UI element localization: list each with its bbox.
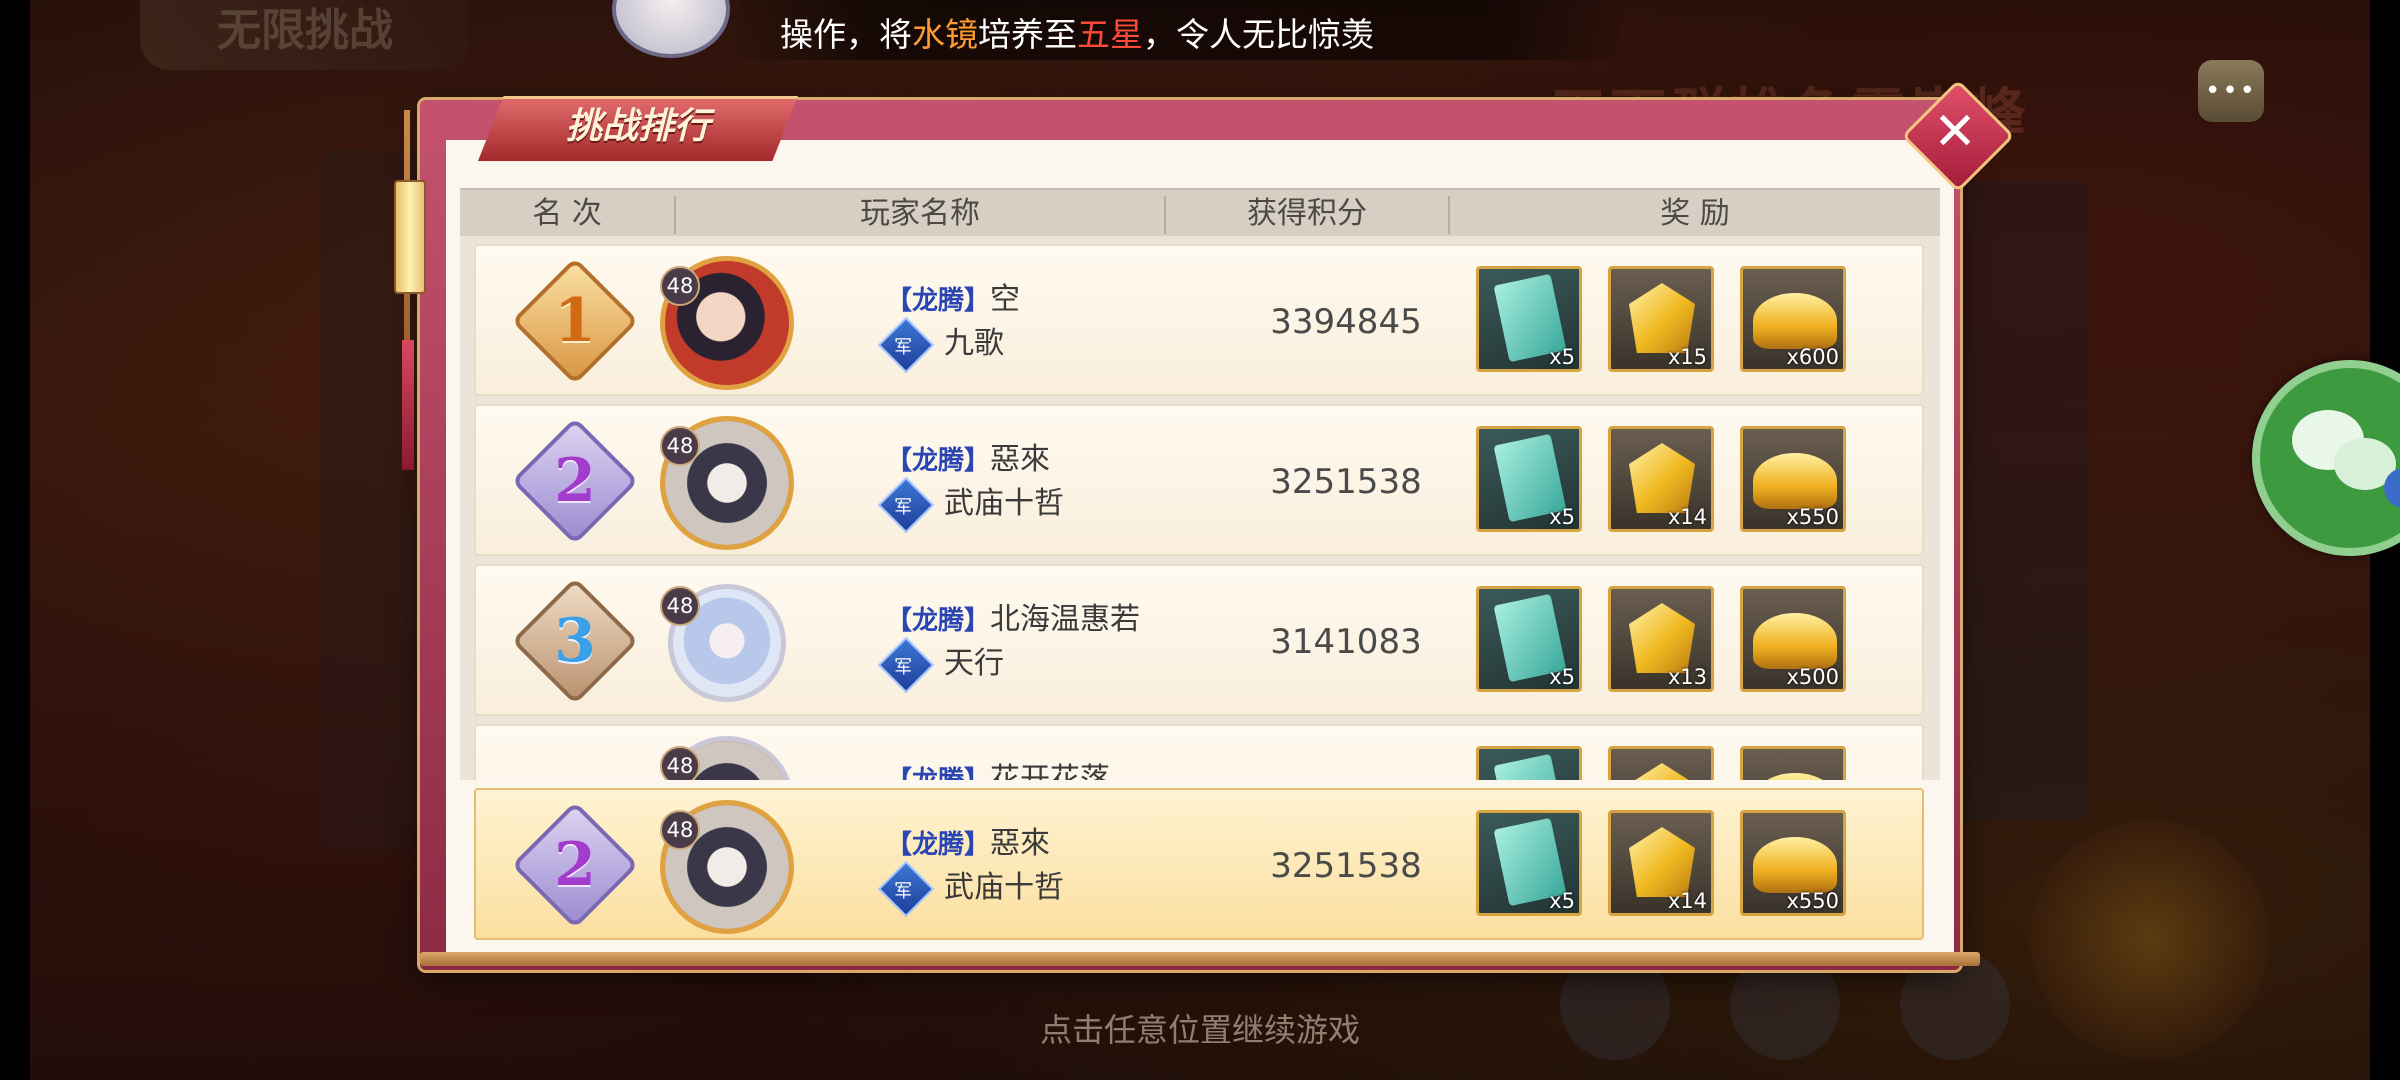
reward-qty: x5 (1549, 665, 1575, 689)
modal-bottom-trim (420, 952, 1980, 966)
reward-gold-ingot-icon[interactable]: x550 (1740, 426, 1846, 532)
rank-number: 3 (554, 606, 596, 676)
player-name: 【龙腾】花开花落 (886, 754, 1110, 780)
col-player: 玩家名称 (860, 196, 980, 231)
modal-title: 挑战排行 (565, 106, 710, 147)
reward-qty: x500 (1786, 665, 1839, 689)
reward-card-item-icon[interactable]: x5 (1476, 586, 1582, 692)
reward-card-item-icon[interactable]: x5 (1476, 426, 1582, 532)
army-name: 军 九歌 (877, 316, 1004, 373)
reward-qty: x13 (1667, 665, 1707, 689)
army-icon: 军 (877, 860, 935, 917)
reward-gold-nugget-icon[interactable] (1608, 746, 1714, 780)
tassel-ornament (402, 340, 414, 470)
army-icon: 军 (877, 316, 935, 373)
army-icon: 军 (877, 476, 935, 533)
level-badge: 48 (660, 810, 700, 850)
reward-qty: x5 (1549, 889, 1575, 913)
rank-medal: 3 (511, 577, 639, 705)
level-badge: 48 (660, 746, 700, 780)
reward-gold-nugget-icon[interactable]: x14 (1608, 810, 1714, 916)
table-row: 2 48 【龙腾】惡來 军 武庙十哲 3251538 x5 x14 x550 (474, 404, 1924, 556)
level-badge: 48 (660, 586, 700, 626)
score: 3251538 (1270, 846, 1422, 886)
my-rank-row: 2 48 【龙腾】惡來 军 武庙十哲 3251538 x5 x14 x550 (474, 788, 1924, 940)
rank-medal: 2 (511, 417, 639, 545)
player-name-text: 北海温惠若 (990, 602, 1141, 637)
col-reward: 奖 励 (1660, 196, 1730, 231)
reward-qty: x600 (1786, 345, 1839, 369)
scroll-ornament (394, 180, 426, 294)
army-name: 军 武庙十哲 (877, 476, 1064, 533)
broadcast-text: 操作，将水镜培养至五星，令人无比惊羡 (780, 15, 1374, 54)
score: 3251538 (1270, 462, 1422, 502)
reward-gold-nugget-icon[interactable]: x13 (1608, 586, 1714, 692)
level-badge: 48 (660, 426, 700, 466)
table-row: 3 48 【龙腾】北海温惠若 军 天行 3141083 x5 x13 x500 (474, 564, 1924, 716)
level-badge: 48 (660, 266, 700, 306)
score: 3141083 (1270, 622, 1422, 662)
reward-qty: x14 (1667, 889, 1707, 913)
reward-card-item-icon[interactable] (1476, 746, 1582, 780)
chat-button[interactable]: ••• (2198, 60, 2264, 122)
screen-edge-left (0, 0, 30, 1080)
army-icon-glyph: 军 (894, 336, 913, 358)
player-name: 【龙腾】空 (886, 274, 1020, 318)
army-icon-glyph: 军 (894, 880, 913, 902)
guild-tag: 【龙腾】 (886, 606, 991, 636)
close-icon[interactable]: ✕ (1918, 96, 1992, 170)
player-name-text: 惡來 (990, 442, 1051, 477)
guild-tag: 【龙腾】 (886, 286, 991, 316)
reward-qty: x550 (1786, 505, 1839, 529)
player-name-text: 空 (990, 282, 1021, 317)
col-score: 获得积分 (1247, 196, 1367, 231)
tap-to-continue[interactable]: 点击任意位置继续游戏 (0, 1005, 2400, 1051)
player-name-text: 花开花落 (990, 762, 1111, 780)
rank-medal: 1 (511, 257, 639, 385)
player-name-text: 惡來 (990, 826, 1051, 861)
reward-qty: x14 (1667, 505, 1707, 529)
table-row: 48 【龙腾】花开花落 (474, 724, 1924, 780)
reward-qty: x5 (1549, 345, 1575, 369)
army-icon-glyph: 军 (894, 656, 913, 678)
army-text: 武庙十哲 (944, 486, 1064, 521)
guild-tag: 【龙腾】 (886, 446, 991, 476)
army-text: 九歌 (944, 326, 1004, 361)
rank-number: 1 (554, 286, 596, 356)
reward-gold-ingot-icon[interactable] (1740, 746, 1846, 780)
army-text: 武庙十哲 (944, 870, 1064, 905)
col-rank: 名 次 (532, 196, 602, 231)
player-name: 【龙腾】惡來 (886, 818, 1050, 862)
player-name: 【龙腾】北海温惠若 (886, 594, 1140, 638)
army-name: 军 天行 (877, 636, 1004, 693)
reward-gold-nugget-icon[interactable]: x15 (1608, 266, 1714, 372)
chat-bubble-icon: ••• (2204, 76, 2257, 106)
army-name: 军 武庙十哲 (877, 860, 1064, 917)
reward-qty: x15 (1667, 345, 1707, 369)
rank-number: 2 (554, 446, 596, 516)
reward-card-item-icon[interactable]: x5 (1476, 266, 1582, 372)
army-text: 天行 (944, 646, 1004, 681)
reward-gold-ingot-icon[interactable]: x500 (1740, 586, 1846, 692)
army-icon-glyph: 军 (894, 496, 913, 518)
reward-gold-nugget-icon[interactable]: x14 (1608, 426, 1714, 532)
army-icon: 军 (877, 636, 935, 693)
table-row: 1 48 【龙腾】空 军 九歌 3394845 x5 x15 x600 (474, 244, 1924, 396)
reward-gold-ingot-icon[interactable]: x600 (1740, 266, 1846, 372)
reward-card-item-icon[interactable]: x5 (1476, 810, 1582, 916)
guild-tag: 【龙腾】 (886, 766, 990, 780)
player-name: 【龙腾】惡來 (886, 434, 1050, 478)
guild-tag: 【龙腾】 (886, 830, 991, 860)
rank-number: 2 (554, 830, 596, 900)
reward-qty: x550 (1786, 889, 1839, 913)
reward-gold-ingot-icon[interactable]: x550 (1740, 810, 1846, 916)
table-header: 名 次 玩家名称 获得积分 奖 励 (460, 188, 1940, 238)
ranking-list[interactable]: 1 48 【龙腾】空 军九歌 3394845 x5 x15 x600 2 48 … (460, 236, 1940, 780)
reward-qty: x5 (1549, 505, 1575, 529)
rank-medal: 2 (511, 801, 639, 929)
score: 3394845 (1270, 302, 1422, 342)
